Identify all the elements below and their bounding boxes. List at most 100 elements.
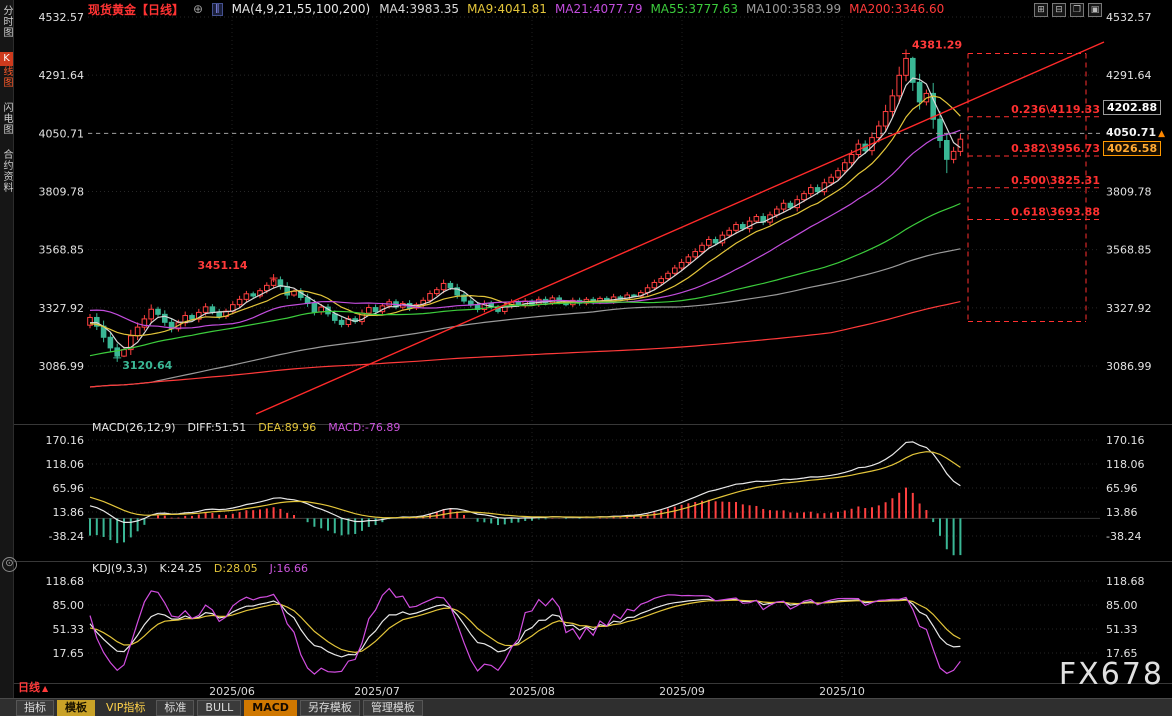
chart-canvas[interactable]: 0.236\4119.33 0.382\3956.73 0.500\3825.31 0…: [0, 0, 1172, 716]
toolbar-button-MACD[interactable]: MACD: [244, 699, 297, 716]
svg-text:13.86: 13.86: [53, 506, 85, 519]
add-window-icon[interactable]: ⊞: [1034, 3, 1048, 17]
maximize-window-icon[interactable]: ▣: [1088, 3, 1102, 17]
svg-text:3809.78: 3809.78: [39, 186, 85, 199]
toolbar-button-指标[interactable]: 指标: [16, 699, 54, 716]
svg-text:-38.24: -38.24: [49, 530, 84, 543]
svg-text:4532.57: 4532.57: [1106, 11, 1152, 24]
kdj-k-label: K:24.25: [159, 562, 202, 575]
chart-type-icon[interactable]: ‖: [212, 2, 223, 16]
toolbar-button-VIP指标[interactable]: VIP指标: [98, 700, 153, 716]
sidebar-item-3[interactable]: 合约资料: [0, 149, 13, 193]
svg-text:2025/09: 2025/09: [659, 685, 705, 698]
macd-dea-label: DEA:89.96: [258, 421, 317, 434]
svg-text:4291.64: 4291.64: [39, 69, 85, 82]
macd-dea-line: [89, 451, 961, 519]
sidebar-item-1[interactable]: K线图: [0, 52, 13, 88]
macd-legend: MACD(26,12,9) DIFF:51.51 DEA:89.96 MACD:…: [92, 421, 400, 434]
svg-text:0.382\3956.73: 0.382\3956.73: [1011, 142, 1100, 155]
ma-legend-item: MA21:4077.79: [554, 2, 643, 16]
svg-text:2025/06: 2025/06: [209, 685, 255, 698]
svg-text:3568.85: 3568.85: [39, 244, 85, 257]
panel-collapse-icon[interactable]: ⊙: [2, 557, 17, 572]
svg-text:0.618\3693.88: 0.618\3693.88: [1011, 205, 1100, 218]
svg-text:118.68: 118.68: [46, 575, 85, 588]
toolbar-button-BULL[interactable]: BULL: [197, 699, 242, 716]
candles-layer: [87, 53, 964, 556]
chart-header: 现货黄金【日线】 ⊕ ‖ MA(4,9,21,55,100,200) MA4:3…: [88, 2, 944, 17]
svg-text:3568.85: 3568.85: [1106, 244, 1152, 257]
svg-text:4381.29: 4381.29: [912, 39, 962, 52]
toolbar-button-模板[interactable]: 模板: [57, 699, 95, 716]
svg-text:118.06: 118.06: [1106, 458, 1145, 471]
svg-text:4050.71: 4050.71: [39, 127, 85, 140]
svg-text:17.65: 17.65: [53, 647, 85, 660]
period-label: 日线: [18, 681, 40, 694]
toolbar-button-标准[interactable]: 标准: [156, 699, 195, 716]
ma-legend-item: MA4:3983.35: [379, 2, 460, 16]
window-controls: ⊞ ⊟ ❐ ▣: [1034, 3, 1102, 17]
axis-labels-layer: 2025/06 2025/07 2025/08 2025/09 2025/10 4532.…: [39, 11, 1152, 698]
macd-params-label: MACD(26,12,9): [92, 421, 176, 434]
ma-group-label: MA(4,9,21,55,100,200): [231, 2, 371, 16]
svg-text:170.16: 170.16: [46, 434, 85, 447]
svg-text:3327.92: 3327.92: [39, 302, 85, 315]
drawings-layer: [88, 41, 1105, 415]
up-arrow-icon: ▲: [1158, 129, 1166, 139]
kdj-j-label: J:16.66: [269, 562, 309, 575]
kdj-d-line: [89, 599, 961, 654]
kdj-d-label: D:28.05: [213, 562, 258, 575]
sidebar-item-2[interactable]: 闪电图: [0, 102, 13, 135]
macd-value-label: MACD:-76.89: [328, 421, 401, 434]
svg-text:-38.24: -38.24: [1106, 530, 1141, 543]
svg-text:4291.64: 4291.64: [1106, 69, 1152, 82]
price-tag-prev-close: 4050.71 ▲: [1103, 126, 1169, 139]
grid-layer: [14, 16, 1172, 684]
svg-text:13.86: 13.86: [1106, 506, 1138, 519]
svg-text:85.00: 85.00: [53, 599, 85, 612]
split-window-icon[interactable]: ⊟: [1052, 3, 1066, 17]
kdj-legend: KDJ(9,3,3) K:24.25 D:28.05 J:16.66: [92, 562, 308, 575]
price-tag-last: 4026.58: [1103, 141, 1162, 156]
svg-text:3809.78: 3809.78: [1106, 186, 1152, 199]
svg-text:3086.99: 3086.99: [39, 360, 85, 373]
svg-text:3327.92: 3327.92: [1106, 302, 1152, 315]
toolbar-button-另存模板[interactable]: 另存模板: [299, 699, 360, 716]
fibonacci-layer: 0.236\4119.33 0.382\3956.73 0.500\3825.31 0…: [967, 53, 1102, 323]
ma-legend-item: MA55:3777.63: [650, 2, 738, 16]
kdj-params-label: KDJ(9,3,3): [92, 562, 148, 575]
svg-text:3120.64: 3120.64: [122, 359, 172, 372]
svg-text:2025/10: 2025/10: [819, 685, 865, 698]
period-arrow-icon: ▲: [42, 684, 49, 693]
ma-legend-item: MA100:3583.99: [745, 2, 842, 16]
svg-text:0.236\4119.33: 0.236\4119.33: [1011, 103, 1100, 116]
price-tag-prev-close-value: 4050.71: [1106, 126, 1157, 139]
svg-text:3451.14: 3451.14: [197, 259, 247, 272]
kdj-k-line: [89, 598, 961, 658]
ma-legend: MA4:3983.35 MA9:4041.81 MA21:4077.79 MA55:3…: [379, 2, 944, 16]
sidebar-item-0[interactable]: 分时图: [0, 5, 13, 38]
symbol-title: 现货黄金【日线】: [88, 2, 185, 17]
svg-text:3086.99: 3086.99: [1106, 360, 1152, 373]
add-indicator-icon[interactable]: ⊕: [193, 2, 203, 16]
trendline: [255, 41, 1105, 415]
svg-text:65.96: 65.96: [1106, 482, 1138, 495]
toolbar-button-管理模板[interactable]: 管理模板: [362, 699, 423, 716]
svg-text:4532.57: 4532.57: [39, 11, 85, 24]
cascade-window-icon[interactable]: ❐: [1070, 3, 1084, 17]
period-selector[interactable]: 日线 ▲: [18, 679, 48, 695]
ma-legend-item: MA9:4041.81: [467, 2, 547, 16]
active-tab-badge: K: [0, 52, 13, 66]
svg-text:118.06: 118.06: [46, 458, 85, 471]
svg-text:51.33: 51.33: [1106, 623, 1138, 636]
macd-diff-line: [89, 441, 961, 524]
bottom-toolbar: 指标 模板 VIP指标 标准 BULL MACD 另存模板 管理模板: [0, 698, 1172, 716]
watermark: FX678: [1058, 657, 1164, 692]
svg-text:118.68: 118.68: [1106, 575, 1145, 588]
svg-text:0.500\3825.31: 0.500\3825.31: [1011, 174, 1100, 187]
macd-diff-label: DIFF:51.51: [187, 421, 247, 434]
svg-text:85.00: 85.00: [1106, 599, 1138, 612]
svg-text:2025/07: 2025/07: [354, 685, 400, 698]
ma-lines-layer: [89, 77, 961, 675]
price-tag-upper: 4202.88: [1103, 100, 1162, 115]
